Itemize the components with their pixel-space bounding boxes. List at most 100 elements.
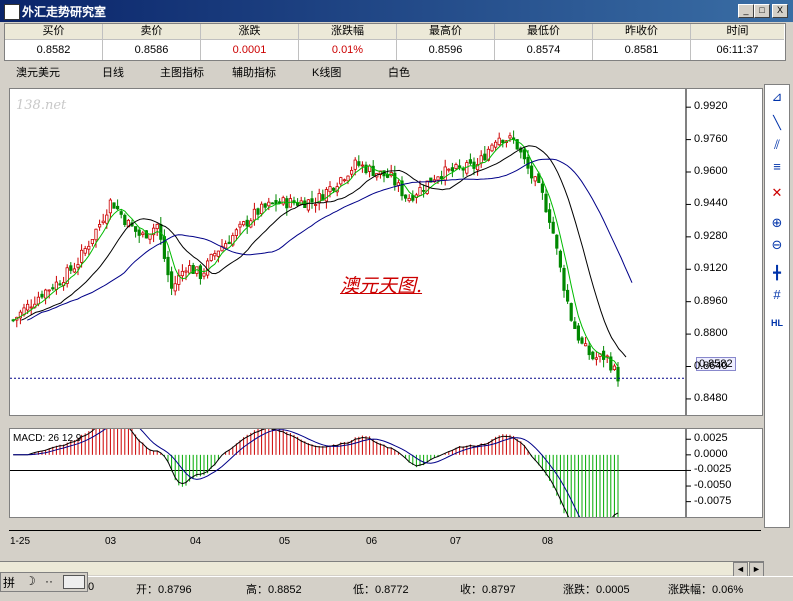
candle [187,260,192,275]
horizontal-scrollbar[interactable]: ► ◄ [0,561,764,577]
status-close: 收：0.8797 [460,584,516,596]
y-tick-label: 0.9120 [694,262,728,275]
candle [576,323,581,344]
candle [83,245,87,257]
candle [270,202,275,205]
candle [573,317,577,330]
macd-chart-svg [10,412,691,550]
horizontal-lines-icon[interactable]: ≡ [767,157,787,177]
macd-y-tick-label: -0.0075 [694,494,732,507]
candle [511,130,516,144]
drawing-toolbar: ⊿ ╲ ⫽ ≡ ✕ ⊕ ⊖ ╋ # HL [764,84,790,528]
ime-mode-label[interactable]: 拼 [3,574,15,591]
maximize-button[interactable]: □ [754,4,770,18]
macd-y-tick-label: -0.0025 [694,463,732,476]
candle [148,233,152,245]
candle [306,198,311,213]
menu-bar: 澳元美元 日线 主图指标 辅助指标 K线图 白色 [4,62,784,82]
scroll-left-button[interactable]: ◄ [733,562,748,577]
candle [569,302,573,322]
candle [411,190,415,203]
candle [98,219,102,231]
quote-header: 最高价 [397,24,494,40]
candle [558,249,563,273]
hl-icon[interactable]: HL [767,313,787,333]
y-tick-label: 0.9920 [694,100,728,113]
candle [238,221,242,235]
y-tick-label: 0.8800 [694,327,728,340]
macd-label: MACD: 26 12 9 [13,433,82,444]
macd-y-tick-label: 0.0000 [694,447,728,460]
candle [497,132,501,147]
punctuation-icon[interactable]: ·· [45,574,53,588]
macd-y-tick-label: 0.0025 [694,432,728,445]
quote-value: 0.8574 [526,44,561,56]
candle [612,363,617,371]
menu-period[interactable]: 日线 [102,64,124,80]
window-title: 外汇走势研究室 [22,5,107,19]
candle [162,229,166,262]
scroll-right-button[interactable]: ► [749,562,764,577]
candle [292,196,296,206]
time-tick: 06 [366,536,378,547]
quote-high: 最高价 0.8596 [397,24,495,60]
grid-icon[interactable]: # [767,285,787,305]
moon-icon[interactable]: ☽ [25,574,36,588]
candle [51,283,55,291]
quote-change: 涨跌 0.0001 [201,24,299,60]
quote-value: 0.8596 [428,44,463,56]
candle [421,184,426,198]
candle [241,220,246,227]
candle [566,284,570,305]
candle [177,269,181,291]
y-tick-label: 0.8480 [694,391,728,404]
candle [173,275,177,296]
candle [277,198,282,204]
candle [169,266,174,296]
time-tick: 03 [105,536,117,547]
quote-ask: 卖价 0.8586 [103,24,201,60]
candle [65,264,69,288]
ime-toolbar[interactable]: 拼 ☽ ·· [0,572,88,592]
status-date: 0 [88,581,95,593]
candle [562,264,566,298]
title-bar: 外汇走势研究室 _ □ X [0,0,793,22]
minimize-button[interactable]: _ [738,4,754,18]
macd-panel[interactable]: MACD: 26 12 9 0.0025 0.0000 -0.0025 -0.0050… [9,412,763,550]
quote-value: 06:11:37 [716,44,759,56]
candle [112,202,116,209]
menu-sub-indicator[interactable]: 辅助指标 [232,64,276,80]
candle [357,155,361,168]
close-button[interactable]: X [772,4,788,18]
main-chart-svg [10,89,691,415]
menu-symbol[interactable]: 澳元美元 [16,64,60,80]
candle [116,199,120,211]
zoom-in-icon[interactable]: ⊕ [767,213,787,233]
candle [220,238,224,252]
crosshair-icon[interactable]: ╋ [767,263,787,283]
candle [443,159,447,186]
y-tick-label: 0.9440 [694,197,728,210]
status-change-pct: 涨跌幅：0.06% [668,584,744,596]
candle [54,275,59,295]
menu-color-scheme[interactable]: 白色 [388,64,410,80]
parallel-line-icon[interactable]: ⫽ [767,135,787,155]
candle [584,336,588,347]
ma-short-line [13,138,619,367]
menu-chart-type[interactable]: K线图 [312,64,341,80]
chart-type-icon[interactable]: ⊿ [767,87,787,107]
candle [580,336,584,345]
line-tool-icon[interactable]: ╲ [767,113,787,133]
candle [479,150,483,168]
main-chart-panel[interactable]: 138.net 澳元天图. 0.8582 0.9920 0.9760 0.9600 0… [9,88,763,416]
menu-main-indicator[interactable]: 主图指标 [160,64,204,80]
candle [44,288,48,305]
delete-icon[interactable]: ✕ [767,183,787,203]
time-tick: 08 [542,536,554,547]
quote-bid: 买价 0.8582 [5,24,103,60]
candle [155,223,159,236]
candle [385,168,390,179]
zoom-out-icon[interactable]: ⊖ [767,235,787,255]
macd-dea-line [13,418,619,538]
keyboard-icon[interactable] [63,575,85,589]
